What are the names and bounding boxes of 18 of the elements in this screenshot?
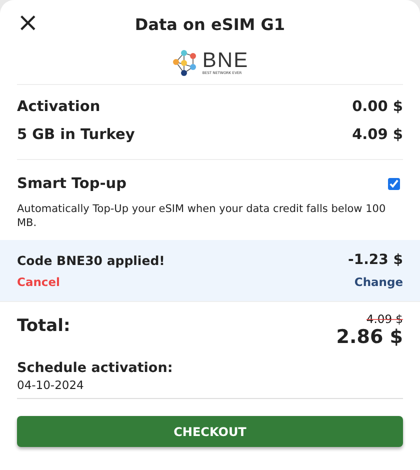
item-label: 5 GB in Turkey [17,127,135,143]
change-link[interactable]: Change [354,275,403,289]
schedule-label: Schedule activation: [17,360,174,376]
topup-description: Automatically Top-Up your eSIM when your data credit falls below 100 MB. [17,202,387,230]
promo-text: Code BNE30 applied! [17,252,165,268]
item-label: Activation [17,99,100,115]
schedule-date: 04-10-2024 [17,378,85,392]
checkout-button[interactable]: CHECKOUT [17,416,403,447]
item-price: 4.09 $ [352,127,403,143]
total-price: 2.86 $ [336,326,403,348]
dialog-title: Data on eSIM G1 [134,14,286,34]
promo-amount: -1.23 $ [348,252,403,268]
topup-title: Smart Top-up [17,176,126,192]
total-label: Total: [17,316,70,336]
logo-wordmark: BNE [202,50,249,70]
item-price: 0.00 $ [352,99,403,115]
topup-checkbox[interactable] [388,178,400,190]
close-button[interactable]: × [17,10,39,36]
